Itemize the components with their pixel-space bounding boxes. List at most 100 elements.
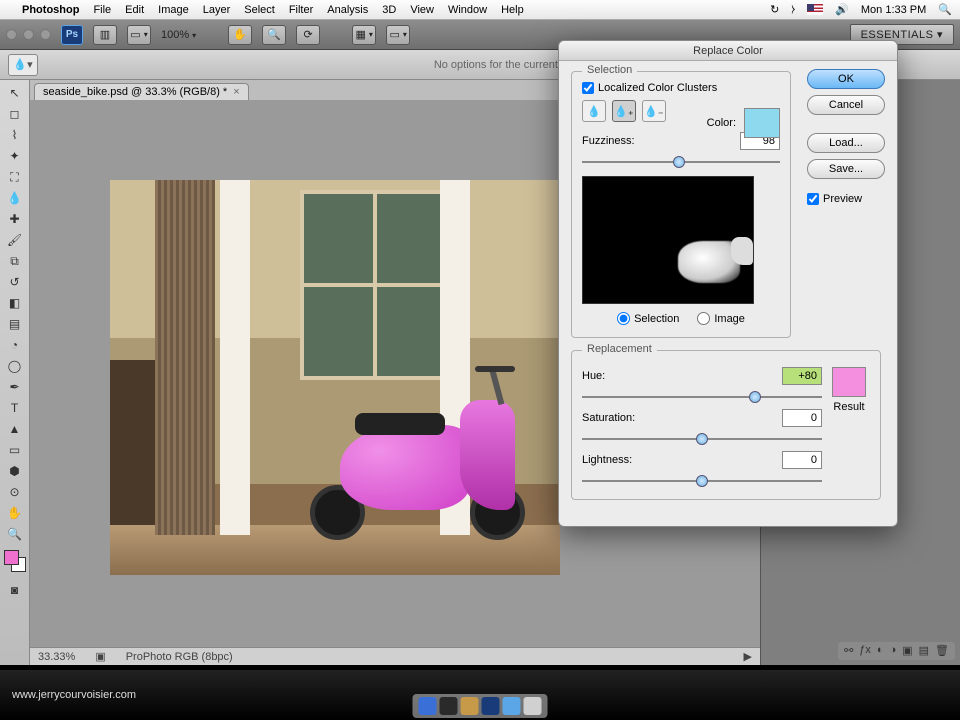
menu-window[interactable]: Window	[448, 4, 487, 16]
path-select-tool-icon[interactable]: ▲	[4, 420, 26, 438]
radio-selection-label: Selection	[634, 313, 679, 325]
localized-checkbox[interactable]: Localized Color Clusters	[582, 82, 780, 94]
localized-checkbox-input[interactable]	[582, 82, 594, 94]
dock-app3-icon[interactable]	[503, 697, 521, 715]
menu-view[interactable]: View	[410, 4, 434, 16]
hand-tool-icon[interactable]: ✋	[228, 25, 252, 45]
result-color-swatch[interactable]	[832, 367, 866, 397]
eyedropper-add-icon[interactable]: 💧₊	[612, 100, 636, 122]
lightness-slider[interactable]	[582, 475, 822, 487]
launch-bridge-button[interactable]: ▥	[93, 25, 117, 45]
pen-tool-icon[interactable]: ✒	[4, 378, 26, 396]
menu-image[interactable]: Image	[158, 4, 189, 16]
brush-tool-icon[interactable]: 🖌	[4, 231, 26, 249]
healing-tool-icon[interactable]: ✚	[4, 210, 26, 228]
crop-tool-icon[interactable]: ⛶	[4, 168, 26, 186]
saturation-slider[interactable]	[582, 433, 822, 445]
radio-image[interactable]: Image	[697, 312, 745, 325]
app-name[interactable]: Photoshop	[22, 4, 79, 16]
radio-selection-input[interactable]	[617, 312, 630, 325]
sample-color-swatch[interactable]	[744, 108, 780, 138]
dodge-tool-icon[interactable]: ◯	[4, 357, 26, 375]
layer-mask-icon[interactable]: ◐	[877, 644, 884, 658]
ok-button[interactable]: OK	[807, 69, 885, 89]
bluetooth-icon[interactable]: ⧽	[791, 3, 795, 16]
timemachine-icon[interactable]: ↻	[770, 3, 779, 16]
layer-group-icon[interactable]: ▣	[902, 644, 912, 658]
marquee-tool-icon[interactable]: ◻	[4, 105, 26, 123]
hand-tool2-icon[interactable]: ✋	[4, 504, 26, 522]
saturation-input[interactable]	[782, 409, 822, 427]
volume-icon[interactable]: 🔊	[835, 3, 849, 16]
link-layers-icon[interactable]: ⚯	[844, 644, 853, 658]
hue-slider[interactable]	[582, 391, 822, 403]
dock-app1-icon[interactable]	[440, 697, 458, 715]
adjustment-layer-icon[interactable]: ◑	[890, 644, 897, 658]
eraser-tool-icon[interactable]: ◧	[4, 294, 26, 312]
menu-layer[interactable]: Layer	[203, 4, 231, 16]
close-tab-icon[interactable]: ×	[233, 86, 239, 98]
window-traffic-lights[interactable]	[6, 29, 51, 40]
replacement-group: Replacement Result Hue: Saturation: Ligh…	[571, 350, 881, 500]
3d-camera-tool-icon[interactable]: ⊙	[4, 483, 26, 501]
clock[interactable]: Mon 1:33 PM	[861, 4, 926, 16]
zoom-level[interactable]: 100%	[161, 29, 196, 41]
screen-mode-button[interactable]: ▭	[127, 25, 151, 45]
quick-mask-icon[interactable]: ◙	[4, 581, 26, 599]
dock-ps-icon[interactable]	[482, 697, 500, 715]
menu-3d[interactable]: 3D	[382, 4, 396, 16]
menu-analysis[interactable]: Analysis	[327, 4, 368, 16]
zoom-tool-icon[interactable]: 🔍	[262, 25, 286, 45]
dock-app4-icon[interactable]	[524, 697, 542, 715]
document-tab[interactable]: seaside_bike.psd @ 33.3% (RGB/8) * ×	[34, 83, 249, 100]
status-doc-icon[interactable]: ▣	[95, 650, 105, 663]
current-tool-icon[interactable]: 💧▾	[8, 54, 38, 76]
shape-tool-icon[interactable]: ▭	[4, 441, 26, 459]
menu-filter[interactable]: Filter	[289, 4, 313, 16]
mac-dock[interactable]	[413, 694, 548, 718]
3d-tool-icon[interactable]: ⬢	[4, 462, 26, 480]
load-button[interactable]: Load...	[807, 133, 885, 153]
menu-file[interactable]: File	[93, 4, 111, 16]
mac-menubar: Photoshop File Edit Image Layer Select F…	[0, 0, 960, 20]
zoom-tool2-icon[interactable]: 🔍	[4, 525, 26, 543]
dock-app2-icon[interactable]	[461, 697, 479, 715]
layer-fx-icon[interactable]: ƒx	[859, 644, 871, 658]
color-swatches[interactable]	[4, 550, 26, 572]
hue-input[interactable]	[782, 367, 822, 385]
lightness-input[interactable]	[782, 451, 822, 469]
blur-tool-icon[interactable]: ◔	[4, 336, 26, 354]
status-zoom[interactable]: 33.33%	[38, 651, 75, 663]
new-layer-icon[interactable]: ▤	[919, 644, 929, 658]
cancel-button[interactable]: Cancel	[807, 95, 885, 115]
input-flag-icon[interactable]	[807, 4, 823, 15]
rotate-view-icon[interactable]: ⟳	[296, 25, 320, 45]
eyedropper-subtract-icon[interactable]: 💧₋	[642, 100, 666, 122]
menu-help[interactable]: Help	[501, 4, 524, 16]
radio-selection[interactable]: Selection	[617, 312, 679, 325]
selection-preview[interactable]	[582, 176, 754, 304]
delete-layer-icon[interactable]: 🗑	[935, 644, 949, 658]
lasso-tool-icon[interactable]: ⌇	[4, 126, 26, 144]
screen-mode2-button[interactable]: ▭	[386, 25, 410, 45]
radio-image-input[interactable]	[697, 312, 710, 325]
type-tool-icon[interactable]: T	[4, 399, 26, 417]
eyedropper-sample-icon[interactable]: 💧	[582, 100, 606, 122]
history-brush-tool-icon[interactable]: ↺	[4, 273, 26, 291]
eyedropper-tool-icon[interactable]: 💧	[4, 189, 26, 207]
stamp-tool-icon[interactable]: ⧉	[4, 252, 26, 270]
ps-logo-icon[interactable]: Ps	[61, 25, 83, 45]
menu-edit[interactable]: Edit	[125, 4, 144, 16]
menu-select[interactable]: Select	[244, 4, 275, 16]
spotlight-icon[interactable]: 🔍	[938, 3, 952, 16]
dock-finder-icon[interactable]	[419, 697, 437, 715]
move-tool-icon[interactable]: ↖	[4, 84, 26, 102]
quick-select-tool-icon[interactable]: ✦	[4, 147, 26, 165]
preview-checkbox[interactable]: Preview	[807, 193, 885, 205]
arrange-docs-button[interactable]: ▦	[352, 25, 376, 45]
status-menu-icon[interactable]: ▶	[744, 650, 752, 663]
preview-checkbox-input[interactable]	[807, 193, 819, 205]
gradient-tool-icon[interactable]: ▤	[4, 315, 26, 333]
save-button[interactable]: Save...	[807, 159, 885, 179]
fuzziness-slider[interactable]	[582, 156, 780, 168]
